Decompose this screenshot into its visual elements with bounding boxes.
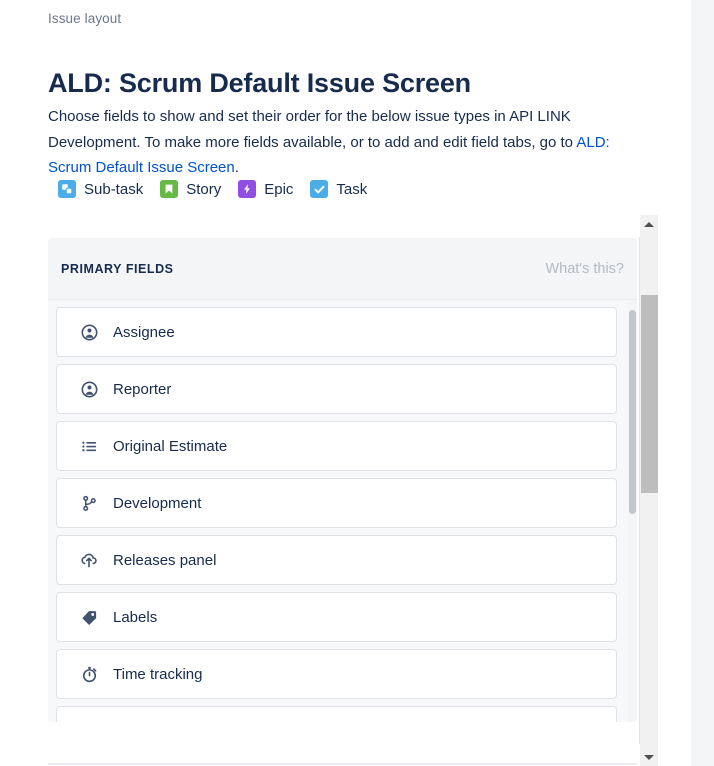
field-label: Labels bbox=[113, 608, 158, 626]
primary-fields-card: PRIMARY FIELDS What's this? Assignee Rep… bbox=[48, 238, 637, 722]
issue-type-list: Sub-task Story Epic Task bbox=[58, 180, 367, 198]
table-row[interactable]: Development bbox=[56, 478, 617, 528]
field-label: Time tracking bbox=[113, 665, 203, 683]
fields-scroll-region: Assignee Reporter Original Estimate Deve… bbox=[48, 300, 637, 722]
table-row[interactable]: Assignee bbox=[56, 307, 617, 357]
stopwatch-icon bbox=[79, 664, 99, 684]
content-bottom-divider bbox=[48, 763, 658, 765]
list-icon bbox=[79, 436, 99, 456]
card-header: PRIMARY FIELDS What's this? bbox=[48, 238, 637, 300]
field-label: Development bbox=[113, 494, 202, 512]
scroll-up-arrow[interactable] bbox=[640, 215, 658, 233]
person-circle-icon bbox=[79, 322, 99, 342]
table-row[interactable]: Releases panel bbox=[56, 535, 617, 585]
scrollbar-notch-bottom bbox=[637, 744, 640, 766]
table-row[interactable]: Original Estimate bbox=[56, 421, 617, 471]
chevron-up-icon bbox=[644, 221, 654, 227]
page-title: ALD: Scrum Default Issue Screen bbox=[48, 68, 471, 99]
page-scrollbar[interactable] bbox=[637, 215, 658, 766]
field-label: Releases panel bbox=[113, 551, 217, 569]
issue-type-label: Story bbox=[186, 180, 222, 198]
list-icon bbox=[79, 721, 99, 722]
issue-type-label: Sub-task bbox=[84, 180, 144, 198]
description-text-after: . bbox=[234, 159, 239, 176]
story-icon bbox=[160, 180, 179, 198]
task-icon bbox=[310, 180, 329, 198]
issue-type-sub-task[interactable]: Sub-task bbox=[58, 180, 143, 198]
page-scroll-thumb[interactable] bbox=[641, 295, 658, 493]
person-circle-icon bbox=[79, 379, 99, 399]
inner-scrollbar-track[interactable] bbox=[628, 300, 637, 722]
scroll-down-arrow[interactable] bbox=[640, 748, 658, 766]
table-row[interactable]: Reporter bbox=[56, 364, 617, 414]
fields-list: Assignee Reporter Original Estimate Deve… bbox=[48, 307, 637, 722]
breadcrumb[interactable]: Issue layout bbox=[48, 11, 121, 26]
whats-this-link[interactable]: What's this? bbox=[545, 261, 624, 277]
page-right-gutter bbox=[691, 0, 714, 766]
cloud-upload-icon bbox=[79, 550, 99, 570]
table-row[interactable]: Labels bbox=[56, 592, 617, 642]
page-description: Choose fields to show and set their orde… bbox=[48, 104, 614, 181]
issue-type-story[interactable]: Story bbox=[160, 180, 221, 198]
table-row[interactable]: Epic Name bbox=[56, 706, 617, 722]
card-header-title: PRIMARY FIELDS bbox=[61, 261, 174, 276]
issue-type-epic[interactable]: Epic bbox=[238, 180, 293, 198]
description-text-before: Choose fields to show and set their orde… bbox=[48, 108, 577, 151]
issue-type-label: Epic bbox=[264, 180, 294, 198]
field-label: Original Estimate bbox=[113, 437, 228, 455]
field-label: Assignee bbox=[113, 323, 175, 341]
subtask-icon bbox=[58, 180, 76, 198]
field-label: Reporter bbox=[113, 380, 172, 398]
branch-icon bbox=[79, 493, 99, 513]
issue-layout-page: Issue layout ALD: Scrum Default Issue Sc… bbox=[0, 0, 691, 766]
tag-icon bbox=[79, 607, 99, 627]
issue-type-label: Task bbox=[336, 180, 368, 198]
issue-type-task[interactable]: Task bbox=[310, 180, 367, 198]
epic-icon bbox=[238, 180, 257, 198]
chevron-down-icon bbox=[644, 754, 654, 760]
table-row[interactable]: Time tracking bbox=[56, 649, 617, 699]
inner-scroll-thumb[interactable] bbox=[629, 310, 636, 514]
